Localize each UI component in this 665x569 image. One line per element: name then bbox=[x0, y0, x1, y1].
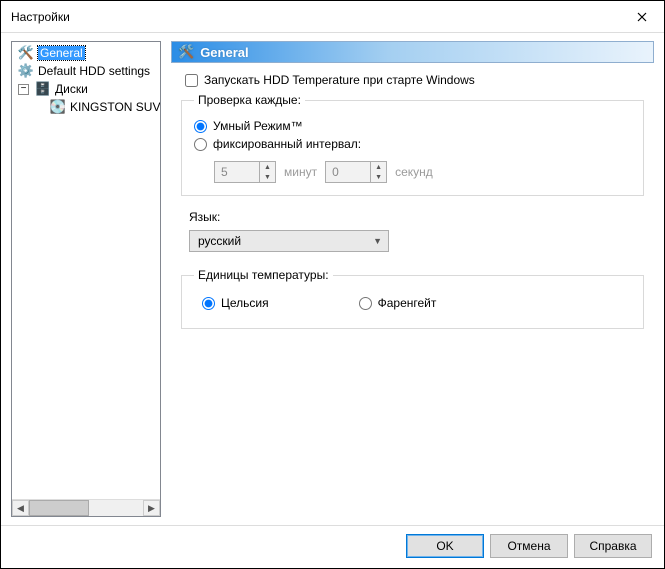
tree-label: General bbox=[38, 46, 85, 60]
smart-mode-radio[interactable] bbox=[194, 120, 207, 133]
seconds-down-button[interactable]: ▼ bbox=[371, 172, 386, 182]
minutes-spinner[interactable]: ▲ ▼ bbox=[214, 161, 276, 183]
tree-item-general[interactable]: 🛠️ General bbox=[14, 44, 160, 62]
seconds-input[interactable] bbox=[326, 162, 370, 182]
startup-checkbox-row[interactable]: Запускать HDD Temperature при старте Win… bbox=[185, 73, 646, 87]
language-label: Язык: bbox=[189, 210, 646, 224]
startup-checkbox[interactable] bbox=[185, 74, 198, 87]
celsius-label: Цельсия bbox=[221, 296, 269, 310]
smart-mode-row[interactable]: Умный Режим™ bbox=[194, 119, 631, 133]
seconds-spinner[interactable]: ▲ ▼ bbox=[325, 161, 387, 183]
tree-hscrollbar[interactable]: ◀ ▶ bbox=[12, 499, 160, 516]
panel-banner: 🛠️ General bbox=[171, 41, 654, 63]
minutes-unit-label: минут bbox=[284, 165, 317, 179]
startup-checkbox-label: Запускать HDD Temperature при старте Win… bbox=[204, 73, 475, 87]
fahrenheit-row[interactable]: Фаренгейт bbox=[359, 296, 437, 310]
chevron-down-icon: ▼ bbox=[373, 236, 382, 246]
scroll-right-button[interactable]: ▶ bbox=[143, 500, 160, 516]
fixed-interval-row[interactable]: фиксированный интервал: bbox=[194, 137, 631, 151]
minutes-up-button[interactable]: ▲ bbox=[260, 162, 275, 172]
interval-inputs: ▲ ▼ минут ▲ ▼ секунд bbox=[214, 161, 631, 183]
main-panel: 🛠️ General Запускать HDD Temperature при… bbox=[171, 41, 654, 517]
temp-units-group: Единицы температуры: Цельсия Фаренгейт bbox=[181, 268, 644, 329]
seconds-unit-label: секунд bbox=[395, 165, 433, 179]
collapse-icon[interactable]: − bbox=[18, 84, 29, 95]
scroll-thumb[interactable] bbox=[29, 500, 89, 516]
language-selected: русский bbox=[198, 234, 241, 248]
tree-item-kingston[interactable]: 💽 KINGSTON SUV bbox=[14, 98, 160, 116]
ok-button[interactable]: OK bbox=[406, 534, 484, 558]
tree-panel: 🛠️ General ⚙️ Default HDD settings − 🗄️ … bbox=[11, 41, 161, 517]
tree-item-default-hdd[interactable]: ⚙️ Default HDD settings bbox=[14, 62, 160, 80]
temp-units-radios: Цельсия Фаренгейт bbox=[194, 290, 631, 316]
language-combo[interactable]: русский ▼ bbox=[189, 230, 389, 252]
scroll-left-button[interactable]: ◀ bbox=[12, 500, 29, 516]
tree-body: 🛠️ General ⚙️ Default HDD settings − 🗄️ … bbox=[12, 42, 160, 499]
minutes-input[interactable] bbox=[215, 162, 259, 182]
fixed-interval-label: фиксированный интервал: bbox=[213, 137, 361, 151]
titlebar: Настройки bbox=[1, 1, 664, 33]
close-button[interactable] bbox=[619, 1, 664, 32]
disk-group-icon: 🗄️ bbox=[35, 81, 51, 97]
banner-icon: 🛠️ bbox=[178, 44, 194, 60]
banner-title: General bbox=[200, 45, 248, 60]
help-button[interactable]: Справка bbox=[574, 534, 652, 558]
wrench-icon: 🛠️ bbox=[18, 45, 34, 61]
content-area: 🛠️ General ⚙️ Default HDD settings − 🗄️ … bbox=[1, 33, 664, 525]
check-interval-group: Проверка каждые: Умный Режим™ фиксирован… bbox=[181, 93, 644, 196]
celsius-radio[interactable] bbox=[202, 297, 215, 310]
scroll-track[interactable] bbox=[29, 500, 143, 516]
button-bar: OK Отмена Справка bbox=[1, 525, 664, 568]
close-icon bbox=[637, 12, 647, 22]
check-interval-legend: Проверка каждые: bbox=[194, 93, 305, 107]
cancel-button[interactable]: Отмена bbox=[490, 534, 568, 558]
gear-icon: ⚙️ bbox=[18, 63, 34, 79]
window-title: Настройки bbox=[11, 10, 70, 24]
minutes-down-button[interactable]: ▼ bbox=[260, 172, 275, 182]
seconds-up-button[interactable]: ▲ bbox=[371, 162, 386, 172]
settings-window: Настройки 🛠️ General ⚙️ Default HDD sett… bbox=[0, 0, 665, 569]
tree-label: KINGSTON SUV bbox=[70, 100, 160, 114]
panel-content: Запускать HDD Temperature при старте Win… bbox=[171, 63, 654, 347]
tree-label: Default HDD settings bbox=[38, 64, 150, 78]
tree-item-disks[interactable]: − 🗄️ Диски bbox=[14, 80, 160, 98]
tree-label: Диски bbox=[55, 82, 88, 96]
temp-units-legend: Единицы температуры: bbox=[194, 268, 333, 282]
fahrenheit-label: Фаренгейт bbox=[378, 296, 437, 310]
smart-mode-label: Умный Режим™ bbox=[213, 119, 303, 133]
fahrenheit-radio[interactable] bbox=[359, 297, 372, 310]
celsius-row[interactable]: Цельсия bbox=[202, 296, 269, 310]
hdd-icon: 💽 bbox=[50, 99, 66, 115]
fixed-interval-radio[interactable] bbox=[194, 138, 207, 151]
